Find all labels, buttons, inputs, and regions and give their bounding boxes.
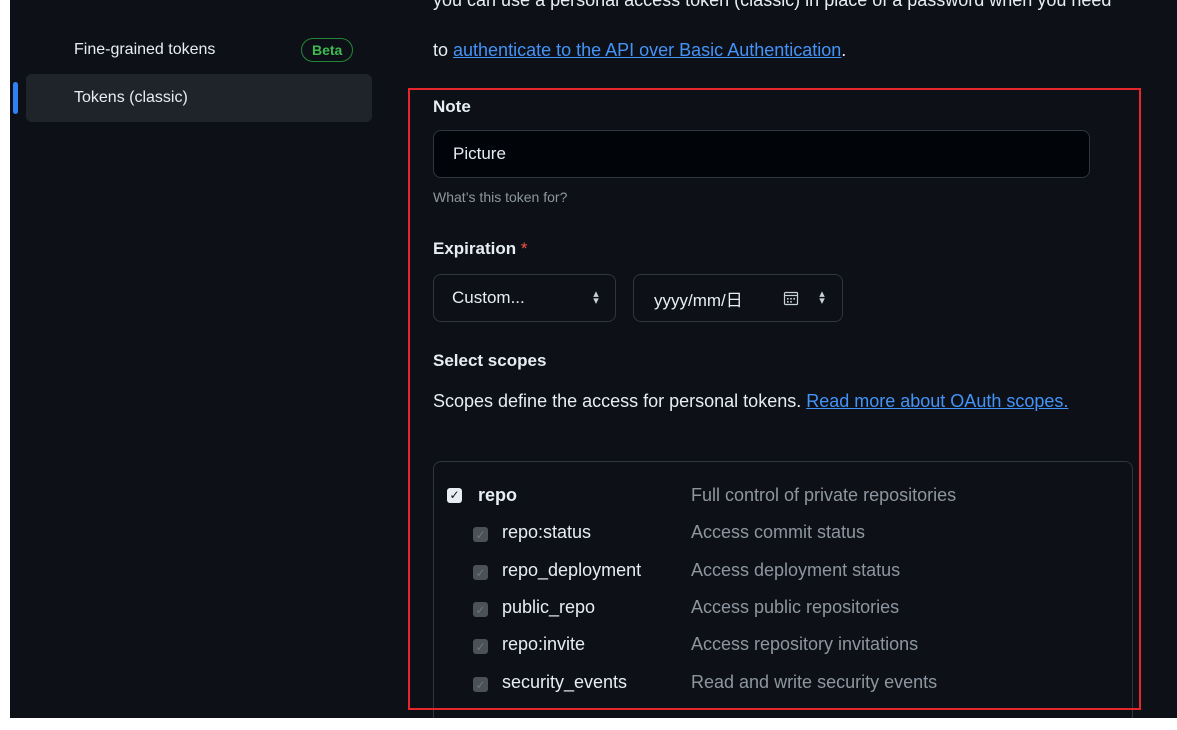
expiration-select[interactable]: Custom... ▴ ▾: [433, 274, 616, 322]
scope-name: public_repo: [502, 597, 596, 617]
select-arrows-icon: ▴ ▾: [593, 288, 599, 307]
scope-checkbox-repo-invite[interactable]: ✓: [473, 639, 488, 654]
note-label: Note: [433, 97, 471, 116]
sidebar-item-label: Tokens (classic): [74, 89, 188, 106]
scope-description: Access public repositories: [691, 597, 900, 617]
scope-description: Access deployment status: [691, 560, 901, 580]
scope-description: Access repository invitations: [691, 634, 919, 654]
basic-auth-link[interactable]: authenticate to the API over Basic Authe…: [453, 40, 841, 60]
scope-name: repo_deployment: [502, 560, 642, 580]
expiration-date-input[interactable]: yyyy/mm/日 ▴ ▾: [633, 274, 843, 322]
scope-description: Access commit status: [691, 522, 866, 542]
scopes-list: ✓ repo Full control of private repositor…: [433, 461, 1133, 718]
scope-name: repo:status: [502, 522, 592, 542]
expiration-select-value: Custom...: [452, 288, 525, 307]
scopes-description-text: Scopes define the access for personal to…: [433, 391, 807, 411]
scope-name: repo:invite: [502, 634, 586, 654]
scope-name: security_events: [502, 672, 628, 692]
beta-badge: Beta: [301, 38, 354, 62]
token-settings-page: Fine-grained tokens Beta Tokens (classic…: [10, 0, 1177, 718]
expiration-label: Expiration *: [433, 239, 527, 259]
intro-suffix: .: [841, 40, 847, 60]
scope-description: Full control of private repositories: [691, 485, 957, 505]
select-scopes-heading: Select scopes: [433, 351, 547, 370]
scope-checkbox-public-repo[interactable]: ✓: [473, 602, 488, 617]
date-spinner-icon[interactable]: ▴ ▾: [817, 289, 827, 307]
sidebar-item-label: Fine-grained tokens: [74, 41, 216, 58]
expiration-date-value: yyyy/mm/日: [654, 290, 743, 310]
note-input[interactable]: [433, 130, 1090, 178]
scope-checkbox-repo-status[interactable]: ✓: [473, 527, 488, 542]
calendar-icon[interactable]: [783, 290, 799, 306]
intro-text-top: you can use a personal access token (cla…: [433, 0, 1112, 10]
scope-name: repo: [478, 484, 518, 505]
required-mark: *: [520, 239, 528, 258]
scope-checkbox-repo-deployment[interactable]: ✓: [473, 565, 488, 580]
scope-checkbox-security-events[interactable]: ✓: [473, 677, 488, 692]
expiration-label-text: Expiration: [433, 239, 517, 258]
scopes-description: Scopes define the access for personal to…: [433, 385, 1113, 418]
sidebar-item-tokens-classic[interactable]: Tokens (classic): [26, 74, 372, 122]
intro-prefix: to: [433, 40, 454, 60]
scope-checkbox-repo[interactable]: ✓: [447, 487, 462, 503]
active-indicator: [13, 82, 18, 114]
intro-text: to authenticate to the API over Basic Au…: [433, 40, 846, 61]
oauth-scopes-link[interactable]: Read more about OAuth scopes.: [806, 391, 1068, 411]
scope-description: Read and write security events: [691, 672, 938, 692]
note-hint: What’s this token for?: [433, 189, 568, 205]
